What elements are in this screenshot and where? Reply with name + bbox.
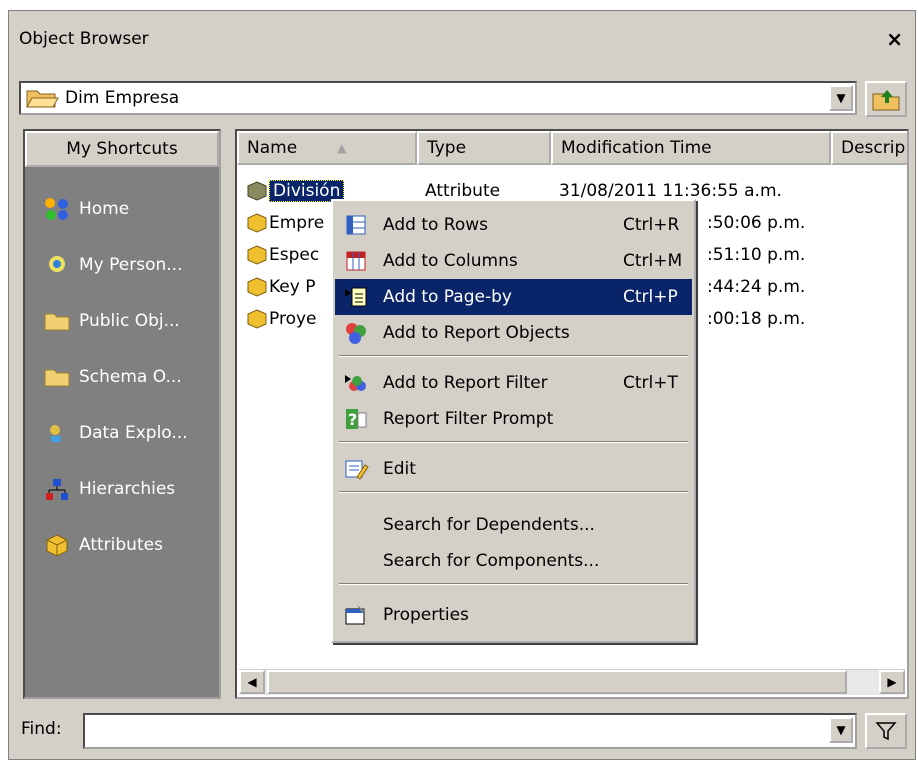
attribute-cube-icon <box>46 534 68 557</box>
menu-item-search-for-dependents[interactable]: Search for Dependents... <box>335 507 692 543</box>
menu-item-add-to-columns[interactable]: Add to Columns Ctrl+M <box>335 243 692 279</box>
add-to-report-filter-icon <box>345 375 366 391</box>
shortcut-label: Public Obj... <box>79 311 180 331</box>
shortcut-label: Hierarchies <box>79 479 176 499</box>
edit-icon <box>345 460 369 480</box>
list-item[interactable]: División <box>245 175 345 207</box>
column-header-name[interactable]: Name ▲ <box>237 131 417 165</box>
attribute-cube-icon <box>247 181 267 201</box>
scroll-right-button[interactable]: ▶ <box>879 670 905 694</box>
window-title: Object Browser <box>19 29 149 49</box>
home-icon <box>45 198 68 220</box>
attribute-cube-icon <box>247 245 267 265</box>
menu-item-properties[interactable]: Properties <box>335 597 692 633</box>
column-header-description[interactable]: Descrip <box>831 131 907 165</box>
location-value: Dim Empresa <box>65 88 180 108</box>
horizontal-scrollbar[interactable]: ◀ ▶ <box>239 669 905 695</box>
item-modification-time: :51:10 p.m. <box>707 245 806 265</box>
scroll-thumb[interactable] <box>267 670 847 694</box>
add-to-report-objects-icon <box>346 323 366 344</box>
attribute-cube-icon <box>247 309 267 329</box>
location-dropdown-button[interactable]: ▼ <box>829 85 853 111</box>
item-name: Espec <box>269 245 320 265</box>
up-folder-icon <box>872 90 900 111</box>
attribute-cube-icon <box>247 213 267 233</box>
column-header-modification-time[interactable]: Modification Time <box>551 131 831 165</box>
shortcut-hierarchies[interactable]: Hierarchies <box>25 461 219 517</box>
up-folder-button[interactable] <box>865 81 907 117</box>
add-to-columns-icon <box>346 251 366 271</box>
open-folder-icon <box>26 90 59 108</box>
menu-item-report-filter-prompt[interactable]: ? Report Filter Prompt <box>335 401 692 437</box>
shortcut-public-objects[interactable]: Public Obj... <box>25 293 219 349</box>
scroll-left-button[interactable]: ◀ <box>239 670 265 694</box>
shortcut-my-personal-objects[interactable]: My Person... <box>25 237 219 293</box>
prompt-question-icon: ? <box>346 409 367 429</box>
menu-item-add-to-rows[interactable]: Add to Rows Ctrl+R <box>335 207 692 243</box>
title-bar: Object Browser <box>9 11 915 67</box>
menu-separator <box>339 583 688 585</box>
item-modification-time: :44:24 p.m. <box>707 277 806 297</box>
menu-item-add-to-report-filter[interactable]: Add to Report Filter Ctrl+T <box>335 365 692 401</box>
find-dropdown-button[interactable]: ▼ <box>829 717 853 743</box>
menu-item-edit[interactable]: Edit <box>335 451 692 487</box>
menu-item-add-to-page-by[interactable]: Add to Page-by Ctrl+P <box>335 279 692 315</box>
folder-icon <box>44 313 70 331</box>
shortcut-label: Data Explo... <box>79 423 188 443</box>
menu-item-add-to-report-objects[interactable]: Add to Report Objects <box>335 315 692 351</box>
list-item[interactable]: Espec <box>245 239 319 271</box>
shortcut-attributes[interactable]: Attributes <box>25 517 219 573</box>
column-header-type[interactable]: Type <box>417 131 551 165</box>
filter-button[interactable] <box>865 713 907 749</box>
item-name: Key P <box>269 277 316 297</box>
shortcut-data-explorer[interactable]: Data Explo... <box>25 405 219 461</box>
sort-ascending-icon: ▲ <box>337 141 347 155</box>
properties-icon <box>345 605 365 625</box>
shortcut-label: Home <box>79 199 130 219</box>
shortcut-home[interactable]: Home <box>25 181 219 237</box>
shortcuts-panel: My Shortcuts Home My Person... Public Ob… <box>23 129 221 699</box>
item-modification-time: :00:18 p.m. <box>707 309 806 329</box>
find-bar: Find: ▼ <box>9 705 915 755</box>
close-icon[interactable]: × <box>886 27 903 51</box>
hierarchy-icon <box>46 479 68 500</box>
menu-separator <box>339 491 688 493</box>
menu-separator <box>339 355 688 357</box>
add-to-page-by-icon <box>345 287 367 307</box>
attribute-cube-icon <box>247 277 267 297</box>
item-modification-time: :50:06 p.m. <box>707 213 806 233</box>
location-combo[interactable]: Dim Empresa ▼ <box>19 81 857 115</box>
svg-text:?: ? <box>348 410 357 429</box>
my-personal-objects-icon <box>49 256 65 272</box>
context-menu: Add to Rows Ctrl+R Add to Columns Ctrl+M… <box>331 199 696 643</box>
item-name: Proye <box>269 309 317 329</box>
item-name: Empre <box>269 213 325 233</box>
shortcuts-header[interactable]: My Shortcuts <box>25 131 219 167</box>
list-item[interactable]: Empre <box>245 207 324 239</box>
find-input[interactable]: ▼ <box>83 713 857 749</box>
add-to-rows-icon <box>346 215 366 235</box>
list-item[interactable]: Proye <box>245 303 317 335</box>
shortcut-label: My Person... <box>79 255 183 275</box>
list-item[interactable]: Key P <box>245 271 315 303</box>
menu-separator <box>339 441 688 443</box>
shortcut-label: Attributes <box>79 535 163 555</box>
shortcut-label: Schema O... <box>79 367 182 387</box>
shortcut-schema-objects[interactable]: Schema O... <box>25 349 219 405</box>
filter-icon <box>875 722 897 741</box>
folder-icon <box>44 369 70 387</box>
find-label: Find: <box>21 719 62 739</box>
menu-item-search-for-components[interactable]: Search for Components... <box>335 543 692 579</box>
data-explorer-icon <box>50 425 61 442</box>
